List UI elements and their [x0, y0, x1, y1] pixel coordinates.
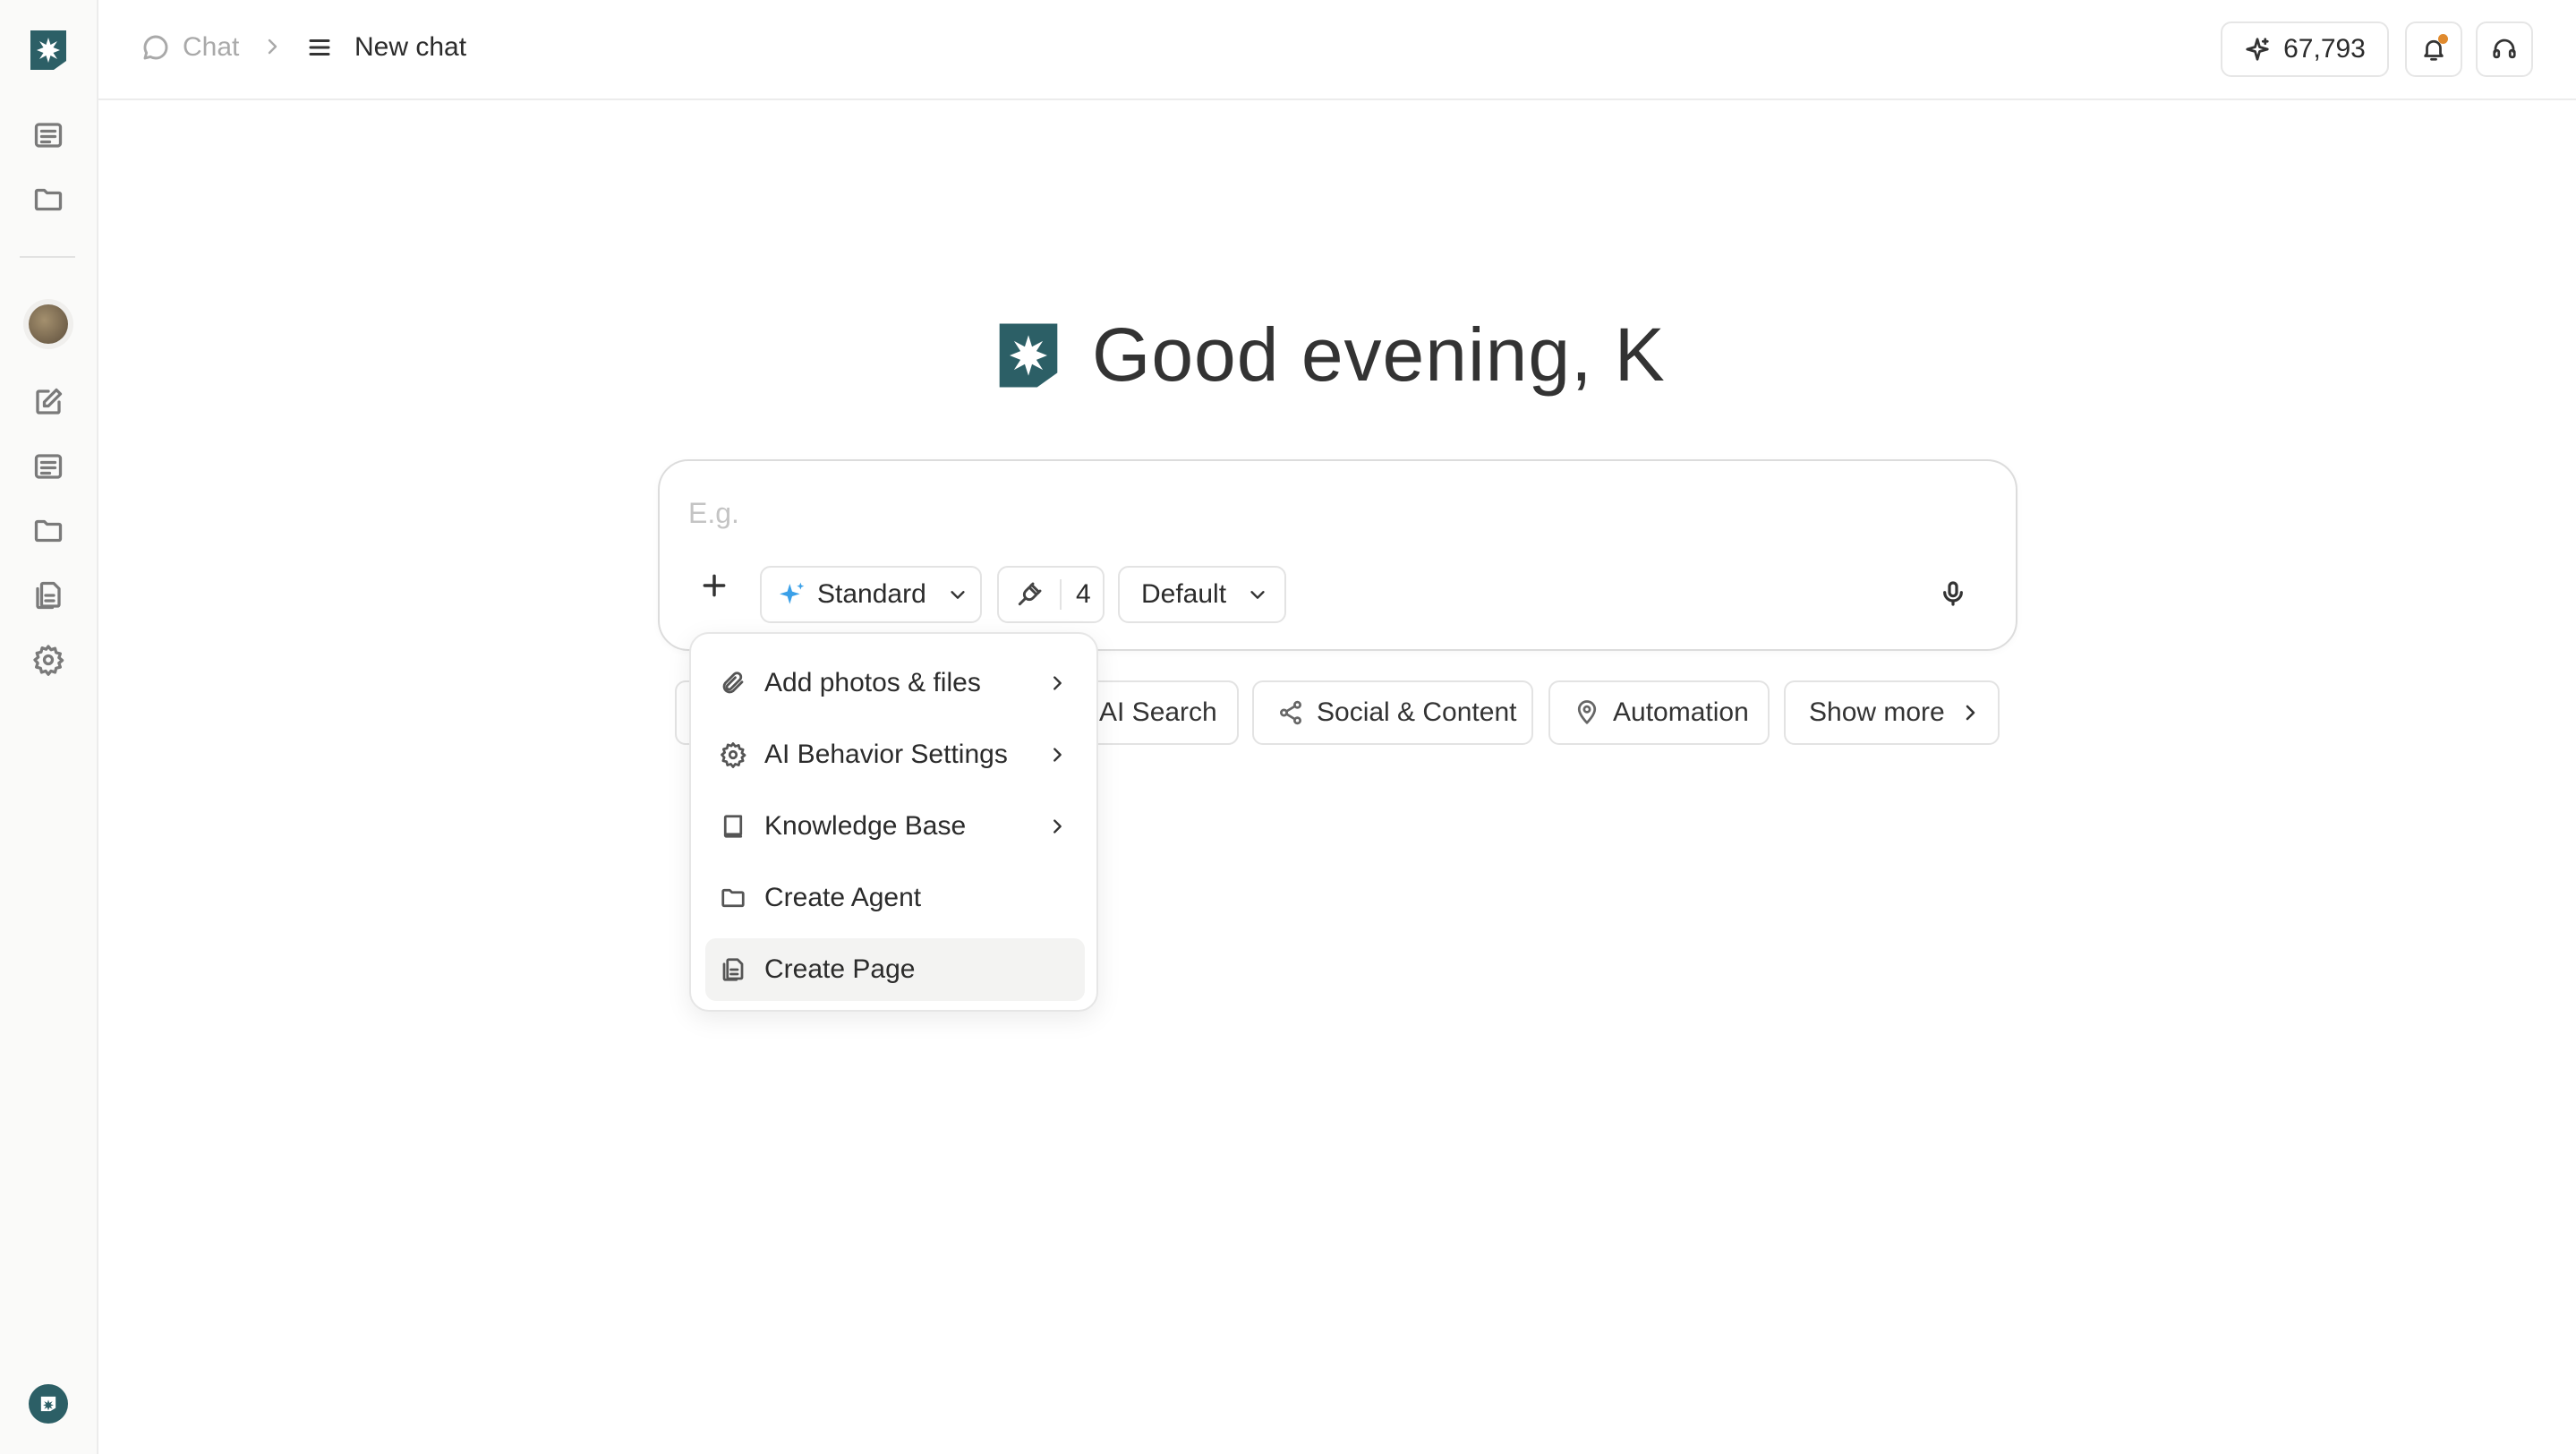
greeting: Good evening, K: [994, 312, 1666, 398]
folder-icon: [34, 519, 63, 543]
menu-item-add-photos-files[interactable]: Add photos & files: [705, 652, 1085, 714]
breadcrumb-new-chat-label: New chat: [354, 32, 467, 62]
tools-button[interactable]: 4: [997, 566, 1105, 623]
suggestion-chip-social-content[interactable]: Social & Content: [1252, 680, 1533, 745]
plus-icon: [703, 574, 726, 597]
credits-count: 67,793: [2283, 34, 2366, 64]
tools-divider: [1060, 579, 1062, 610]
chevron-down-icon: [1250, 591, 1265, 599]
paperclip-icon: [722, 671, 744, 694]
preset-select[interactable]: Default: [1118, 566, 1286, 623]
sidebar-item-notes[interactable]: [24, 442, 73, 491]
chat-bubble-icon: [143, 35, 168, 60]
gear-icon: [721, 742, 746, 768]
menu-item-label: AI Behavior Settings: [764, 740, 1008, 769]
chip-label: Social & Content: [1317, 697, 1517, 727]
chevron-down-icon: [951, 591, 965, 599]
plug-icon: [1018, 582, 1042, 606]
sparkle-icon: [780, 582, 805, 604]
chevron-right-icon: [1053, 819, 1062, 834]
breadcrumb-chat[interactable]: Chat: [141, 32, 239, 63]
attachment-menu: Add photos & files AI Behavior Settings …: [689, 632, 1098, 1012]
share-icon: [1280, 700, 1301, 725]
bottom-brand-icon[interactable]: [29, 1384, 68, 1424]
chip-label: AI Search: [1099, 697, 1217, 727]
add-attachment-button[interactable]: [695, 567, 733, 604]
avatar[interactable]: [29, 304, 68, 344]
breadcrumb-chat-label: Chat: [183, 32, 240, 62]
mode-select[interactable]: Standard: [760, 566, 982, 623]
list-icon: [34, 123, 63, 148]
chip-label: Automation: [1613, 697, 1749, 727]
sparkle-icon: [2246, 38, 2269, 61]
mode-select-label: Standard: [817, 579, 926, 609]
credits-button[interactable]: 67,793: [2221, 21, 2389, 77]
support-button[interactable]: [2476, 21, 2533, 77]
chip-label: Show more: [1809, 697, 1945, 727]
menu-item-label: Knowledge Base: [764, 811, 967, 841]
headset-icon: [2493, 38, 2516, 59]
tools-count: 4: [1076, 579, 1091, 609]
notification-dot: [2438, 34, 2448, 44]
menu-icon: [309, 39, 330, 56]
menu-item-label: Create Agent: [764, 883, 922, 912]
book-icon: [723, 815, 743, 838]
list-icon: [34, 454, 63, 479]
menu-item-ai-behavior-settings[interactable]: AI Behavior Settings: [705, 723, 1085, 786]
sidebar: [0, 0, 98, 1454]
folder-icon: [34, 188, 63, 211]
menu-item-knowledge-base[interactable]: Knowledge Base: [705, 795, 1085, 858]
menu-item-label: Add photos & files: [764, 668, 981, 697]
sidebar-item-projects[interactable]: [24, 507, 73, 555]
show-more-button[interactable]: Show more: [1784, 680, 2000, 745]
pages-icon: [722, 958, 744, 981]
notifications-button[interactable]: [2405, 21, 2462, 77]
voice-input-button[interactable]: [1931, 571, 1975, 616]
chat-input[interactable]: [688, 493, 1941, 533]
preset-select-label: Default: [1141, 579, 1227, 609]
sidebar-item-history[interactable]: [24, 111, 73, 159]
brand-logo-icon: [999, 322, 1058, 388]
menu-item-label: Create Page: [764, 954, 916, 984]
menu-item-create-page[interactable]: Create Page: [705, 938, 1085, 1001]
edit-icon: [36, 388, 63, 415]
app-logo[interactable]: [27, 27, 70, 73]
sidebar-divider: [20, 256, 75, 258]
chat-composer: Standard 4 Default: [658, 459, 2017, 651]
chevron-right-icon: [1053, 748, 1062, 762]
sidebar-item-pages[interactable]: [24, 571, 73, 620]
top-header: Chat New chat: [98, 0, 2576, 100]
greeting-title: Good evening, K: [1092, 312, 1666, 397]
breadcrumb-new-chat[interactable]: New chat: [306, 32, 466, 63]
gear-icon: [33, 645, 64, 676]
folder-icon: [721, 888, 745, 908]
menu-item-create-agent[interactable]: Create Agent: [705, 867, 1085, 929]
chevron-right-icon: [268, 38, 277, 55]
microphone-icon: [1943, 581, 1963, 606]
chevron-right-icon: [1966, 705, 1975, 721]
pages-icon: [36, 581, 61, 610]
suggestion-chip-automation[interactable]: Automation: [1548, 680, 1770, 745]
chevron-right-icon: [1053, 676, 1062, 690]
sidebar-item-new-chat[interactable]: [24, 378, 73, 426]
sidebar-item-folders[interactable]: [24, 175, 73, 224]
sidebar-item-settings[interactable]: [24, 636, 73, 684]
location-pin-icon: [1577, 700, 1597, 724]
